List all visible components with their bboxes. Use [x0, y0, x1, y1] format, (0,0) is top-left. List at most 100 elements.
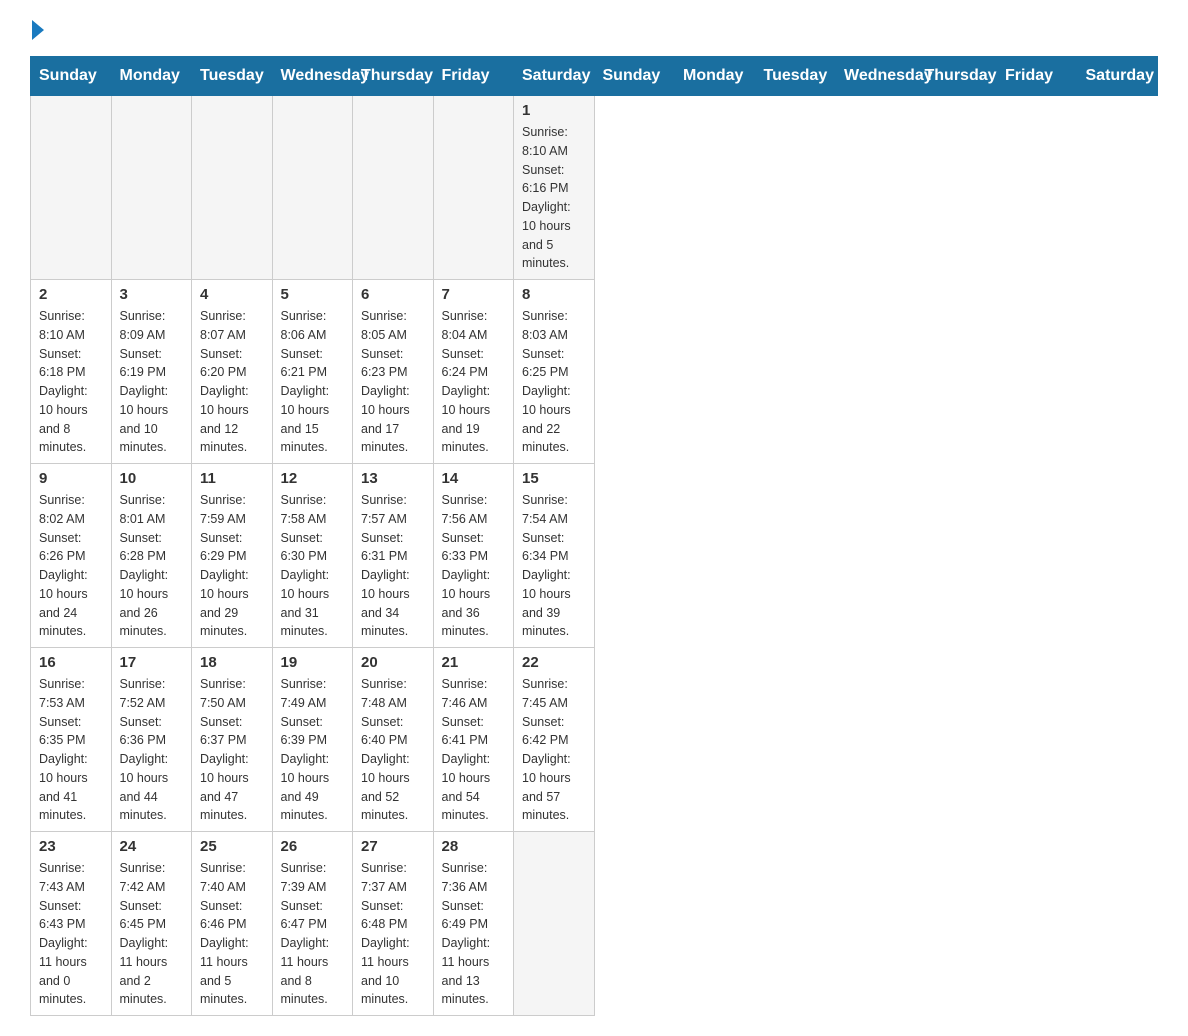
- day-info: Sunrise: 7:49 AM Sunset: 6:39 PM Dayligh…: [281, 675, 345, 825]
- day-number: 26: [281, 838, 345, 855]
- calendar-cell: 4 Sunrise: 8:07 AM Sunset: 6:20 PM Daylig…: [192, 280, 273, 464]
- calendar-cell: 16 Sunrise: 7:53 AM Sunset: 6:35 PM Dayli…: [31, 648, 112, 832]
- calendar-cell: 20 Sunrise: 7:48 AM Sunset: 6:40 PM Dayli…: [353, 648, 434, 832]
- day-number: 15: [522, 470, 586, 487]
- calendar-cell: 14Sunrise: 7:56 AM Sunset: 6:33 PM Dayli…: [433, 464, 514, 648]
- day-info: Sunrise: 7:39 AM Sunset: 6:47 PM Dayligh…: [281, 859, 345, 1009]
- day-header-tuesday: Tuesday: [192, 57, 273, 96]
- day-number: 9: [39, 470, 103, 487]
- calendar-cell: 13 Sunrise: 7:57 AM Sunset: 6:31 PM Dayli…: [353, 464, 434, 648]
- calendar-week-row: 1 Sunrise: 8:10 AM Sunset: 6:16 PM Daylig…: [31, 96, 1158, 280]
- day-number: 3: [120, 286, 184, 303]
- calendar-cell: 1 Sunrise: 8:10 AM Sunset: 6:16 PM Daylig…: [514, 96, 595, 280]
- calendar-cell: 9 Sunrise: 8:02 AM Sunset: 6:26 PM Daylig…: [31, 464, 112, 648]
- day-info: Sunrise: 8:07 AM Sunset: 6:20 PM Dayligh…: [200, 307, 264, 457]
- day-header-wednesday: Wednesday: [836, 57, 917, 96]
- day-header-sunday: Sunday: [31, 57, 112, 96]
- day-number: 10: [120, 470, 184, 487]
- day-header-saturday: Saturday: [514, 57, 595, 96]
- calendar-cell: [111, 96, 192, 280]
- calendar-cell: [433, 96, 514, 280]
- day-info: Sunrise: 7:57 AM Sunset: 6:31 PM Dayligh…: [361, 491, 425, 641]
- day-info: Sunrise: 7:48 AM Sunset: 6:40 PM Dayligh…: [361, 675, 425, 825]
- calendar-cell: 2 Sunrise: 8:10 AM Sunset: 6:18 PM Daylig…: [31, 280, 112, 464]
- day-number: 17: [120, 654, 184, 671]
- day-header-thursday: Thursday: [916, 57, 997, 96]
- day-number: 20: [361, 654, 425, 671]
- day-number: 4: [200, 286, 264, 303]
- calendar-cell: [272, 96, 353, 280]
- day-number: 16: [39, 654, 103, 671]
- day-info: Sunrise: 7:53 AM Sunset: 6:35 PM Dayligh…: [39, 675, 103, 825]
- day-info: Sunrise: 7:50 AM Sunset: 6:37 PM Dayligh…: [200, 675, 264, 825]
- day-number: 1: [522, 102, 586, 119]
- day-info: Sunrise: 7:40 AM Sunset: 6:46 PM Dayligh…: [200, 859, 264, 1009]
- page-header: [30, 20, 1158, 36]
- day-info: Sunrise: 8:10 AM Sunset: 6:16 PM Dayligh…: [522, 123, 586, 273]
- calendar-cell: 3Sunrise: 8:09 AM Sunset: 6:19 PM Daylig…: [111, 280, 192, 464]
- day-info: Sunrise: 8:01 AM Sunset: 6:28 PM Dayligh…: [120, 491, 184, 641]
- day-number: 27: [361, 838, 425, 855]
- logo-text: [30, 20, 44, 40]
- day-info: Sunrise: 7:56 AM Sunset: 6:33 PM Dayligh…: [442, 491, 506, 641]
- calendar-week-row: 2 Sunrise: 8:10 AM Sunset: 6:18 PM Daylig…: [31, 280, 1158, 464]
- day-number: 28: [442, 838, 506, 855]
- calendar-header-row: SundayMondayTuesdayWednesdayThursdayFrid…: [31, 57, 1158, 96]
- day-number: 8: [522, 286, 586, 303]
- day-number: 19: [281, 654, 345, 671]
- calendar-cell: 26 Sunrise: 7:39 AM Sunset: 6:47 PM Dayli…: [272, 832, 353, 1016]
- calendar-cell: 17 Sunrise: 7:52 AM Sunset: 6:36 PM Dayli…: [111, 648, 192, 832]
- day-info: Sunrise: 7:52 AM Sunset: 6:36 PM Dayligh…: [120, 675, 184, 825]
- day-info: Sunrise: 7:42 AM Sunset: 6:45 PM Dayligh…: [120, 859, 184, 1009]
- day-header-friday: Friday: [997, 57, 1078, 96]
- day-info: Sunrise: 8:06 AM Sunset: 6:21 PM Dayligh…: [281, 307, 345, 457]
- calendar-cell: 24 Sunrise: 7:42 AM Sunset: 6:45 PM Dayli…: [111, 832, 192, 1016]
- calendar-cell: 5 Sunrise: 8:06 AM Sunset: 6:21 PM Daylig…: [272, 280, 353, 464]
- calendar-cell: 23Sunrise: 7:43 AM Sunset: 6:43 PM Dayli…: [31, 832, 112, 1016]
- day-number: 23: [39, 838, 103, 855]
- calendar-week-row: 9 Sunrise: 8:02 AM Sunset: 6:26 PM Daylig…: [31, 464, 1158, 648]
- calendar-cell: 15 Sunrise: 7:54 AM Sunset: 6:34 PM Dayli…: [514, 464, 595, 648]
- calendar-cell: 10 Sunrise: 8:01 AM Sunset: 6:28 PM Dayli…: [111, 464, 192, 648]
- calendar-table: SundayMondayTuesdayWednesdayThursdayFrid…: [30, 56, 1158, 1016]
- day-info: Sunrise: 7:36 AM Sunset: 6:49 PM Dayligh…: [442, 859, 506, 1009]
- day-info: Sunrise: 7:45 AM Sunset: 6:42 PM Dayligh…: [522, 675, 586, 825]
- day-header-saturday: Saturday: [1077, 57, 1158, 96]
- calendar-cell: 18 Sunrise: 7:50 AM Sunset: 6:37 PM Dayli…: [192, 648, 273, 832]
- day-info: Sunrise: 7:59 AM Sunset: 6:29 PM Dayligh…: [200, 491, 264, 641]
- calendar-cell: 7Sunrise: 8:04 AM Sunset: 6:24 PM Daylig…: [433, 280, 514, 464]
- day-number: 21: [442, 654, 506, 671]
- day-info: Sunrise: 8:05 AM Sunset: 6:23 PM Dayligh…: [361, 307, 425, 457]
- calendar-cell: 21Sunrise: 7:46 AM Sunset: 6:41 PM Dayli…: [433, 648, 514, 832]
- day-number: 13: [361, 470, 425, 487]
- day-header-monday: Monday: [675, 57, 756, 96]
- day-info: Sunrise: 8:10 AM Sunset: 6:18 PM Dayligh…: [39, 307, 103, 457]
- logo: [30, 20, 44, 36]
- day-number: 2: [39, 286, 103, 303]
- day-header-thursday: Thursday: [353, 57, 434, 96]
- day-header-wednesday: Wednesday: [272, 57, 353, 96]
- day-number: 24: [120, 838, 184, 855]
- logo-arrow-icon: [32, 20, 44, 40]
- day-number: 18: [200, 654, 264, 671]
- calendar-cell: 27Sunrise: 7:37 AM Sunset: 6:48 PM Dayli…: [353, 832, 434, 1016]
- day-number: 22: [522, 654, 586, 671]
- day-info: Sunrise: 8:03 AM Sunset: 6:25 PM Dayligh…: [522, 307, 586, 457]
- calendar-cell: 6Sunrise: 8:05 AM Sunset: 6:23 PM Daylig…: [353, 280, 434, 464]
- calendar-cell: [353, 96, 434, 280]
- day-number: 25: [200, 838, 264, 855]
- calendar-cell: 25 Sunrise: 7:40 AM Sunset: 6:46 PM Dayli…: [192, 832, 273, 1016]
- day-number: 11: [200, 470, 264, 487]
- calendar-week-row: 23Sunrise: 7:43 AM Sunset: 6:43 PM Dayli…: [31, 832, 1158, 1016]
- day-header-monday: Monday: [111, 57, 192, 96]
- day-header-friday: Friday: [433, 57, 514, 96]
- calendar-cell: [31, 96, 112, 280]
- day-info: Sunrise: 8:04 AM Sunset: 6:24 PM Dayligh…: [442, 307, 506, 457]
- day-info: Sunrise: 8:02 AM Sunset: 6:26 PM Dayligh…: [39, 491, 103, 641]
- calendar-cell: 19 Sunrise: 7:49 AM Sunset: 6:39 PM Dayli…: [272, 648, 353, 832]
- calendar-cell: 22 Sunrise: 7:45 AM Sunset: 6:42 PM Dayli…: [514, 648, 595, 832]
- day-number: 5: [281, 286, 345, 303]
- calendar-cell: 28 Sunrise: 7:36 AM Sunset: 6:49 PM Dayli…: [433, 832, 514, 1016]
- day-header-sunday: Sunday: [594, 57, 675, 96]
- day-info: Sunrise: 7:54 AM Sunset: 6:34 PM Dayligh…: [522, 491, 586, 641]
